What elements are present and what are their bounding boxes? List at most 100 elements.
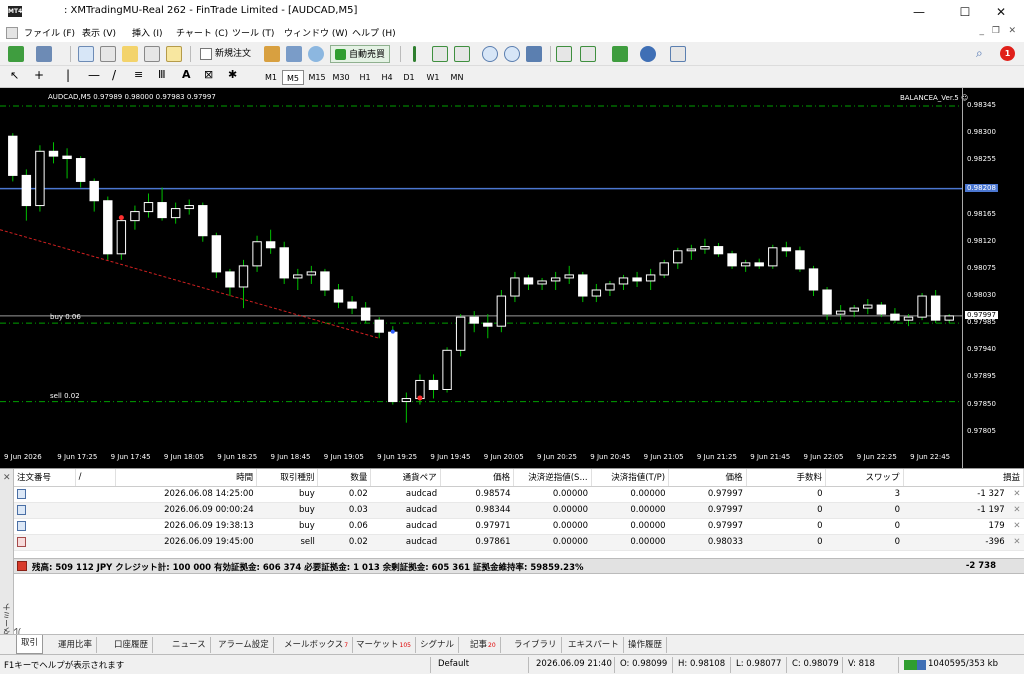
menu-view[interactable]: 表示 (V) <box>82 26 116 39</box>
bar-chart-icon[interactable] <box>413 46 416 62</box>
mt4-app-icon[interactable]: MT4 <box>8 6 22 17</box>
col-header-profit[interactable]: 損益 <box>903 469 1024 487</box>
tab-market[interactable]: マーケット105 <box>352 637 416 653</box>
mdi-restore-icon[interactable]: ❐ <box>992 26 1000 36</box>
tab-exposure[interactable]: 運用比率 <box>54 637 98 653</box>
tf-m15[interactable]: M15 <box>306 70 328 85</box>
line-chart-icon[interactable] <box>454 46 470 62</box>
col-header-type[interactable]: 取引種別 <box>256 469 319 487</box>
fibonacci-icon[interactable]: Ⅲ <box>158 68 166 81</box>
auto-trading-button[interactable]: 自動売買 <box>330 45 391 63</box>
tab-signals[interactable]: シグナル <box>416 637 460 653</box>
candlestick-plot[interactable] <box>0 88 962 468</box>
tf-m1[interactable]: M1 <box>260 70 282 85</box>
horizontal-line-icon[interactable]: — <box>88 68 100 82</box>
menu-file[interactable]: ファイル (F) <box>24 26 75 39</box>
tab-experts[interactable]: エキスパート <box>564 637 624 653</box>
tab-journal[interactable]: 操作履歴 <box>624 637 668 653</box>
trendline-icon[interactable]: / <box>112 68 116 82</box>
table-row[interactable]: 2026.06.09 19:45:00 sell 0.02 audcad 0.9… <box>14 534 1024 551</box>
new-order-button[interactable]: 新規注文 <box>196 45 255 63</box>
tab-account-history[interactable]: 口座履歴 <box>110 637 154 653</box>
text-tool-icon[interactable]: A <box>182 68 191 81</box>
tile-windows-icon[interactable] <box>526 46 542 62</box>
tf-w1[interactable]: W1 <box>422 70 444 85</box>
menu-help[interactable]: ヘルプ (H) <box>352 26 396 39</box>
autoscroll-icon[interactable] <box>556 46 572 62</box>
menu-tools[interactable]: ツール (T) <box>232 26 274 39</box>
menu-window[interactable]: ウィンドウ (W) <box>284 26 348 39</box>
navigator-icon[interactable] <box>122 46 138 62</box>
indicators-icon[interactable] <box>612 46 628 62</box>
crosshair-icon[interactable]: + <box>34 68 44 82</box>
terminal-tabs: 取引 運用比率 口座履歴 ニュース アラーム設定 メールボックス7 マーケット1… <box>0 634 1024 654</box>
close-order-icon[interactable]: ✕ <box>1013 521 1020 531</box>
col-header-current-price[interactable]: 価格 <box>668 469 747 487</box>
col-header-price[interactable]: 価格 <box>440 469 515 487</box>
price-chart[interactable]: AUDCAD,M5 0.97989 0.98000 0.97983 0.9799… <box>0 88 1024 468</box>
tf-h1[interactable]: H1 <box>354 70 376 85</box>
col-header-swap[interactable]: スワップ <box>825 469 904 487</box>
col-header-commission[interactable]: 手数料 <box>746 469 827 487</box>
text-label-icon[interactable]: ⊠ <box>204 68 213 81</box>
periods-icon[interactable] <box>640 46 656 62</box>
search-icon[interactable]: ⌕ <box>976 46 983 61</box>
strategy-tester-icon[interactable] <box>166 46 182 62</box>
tab-news[interactable]: ニュース <box>168 637 211 653</box>
arrows-icon[interactable]: ✱ <box>228 68 237 81</box>
tf-mn[interactable]: MN <box>446 70 468 85</box>
col-header-time[interactable]: 時間 <box>115 469 258 487</box>
zoom-out-icon[interactable] <box>504 46 520 62</box>
tab-library[interactable]: ライブラリ <box>510 637 562 653</box>
terminal-icon[interactable] <box>144 46 160 62</box>
templates-icon[interactable] <box>670 46 686 62</box>
zoom-in-icon[interactable] <box>482 46 498 62</box>
table-row[interactable]: 2026.06.09 00:00:24 buy 0.03 audcad 0.98… <box>14 502 1024 519</box>
tab-mailbox[interactable]: メールボックス7 <box>280 637 354 653</box>
market-icon[interactable] <box>308 46 324 62</box>
profiles-icon[interactable] <box>36 46 52 62</box>
table-row[interactable]: 2026.06.09 19:38:13 buy 0.06 audcad 0.97… <box>14 518 1024 535</box>
vertical-line-icon[interactable]: | <box>66 68 70 82</box>
col-header-volume[interactable]: 数量 <box>317 469 372 487</box>
chart-shift-icon[interactable] <box>580 46 596 62</box>
tab-alerts[interactable]: アラーム設定 <box>214 637 274 653</box>
new-chart-icon[interactable] <box>8 46 24 62</box>
mdi-close-icon[interactable]: ✕ <box>1008 26 1016 36</box>
price-axis[interactable]: 0.98345 0.98300 0.98255 0.98208 0.98165 0.981… <box>962 88 1024 468</box>
col-header-sort[interactable]: / <box>75 469 117 487</box>
tf-h4[interactable]: H4 <box>376 70 398 85</box>
close-button[interactable]: ✕ <box>978 0 1024 24</box>
close-order-icon[interactable]: ✕ <box>1013 489 1020 499</box>
menu-chart[interactable]: チャート (C) <box>176 26 228 39</box>
table-row[interactable]: 2026.06.08 14:25:00 buy 0.02 audcad 0.98… <box>14 486 1024 503</box>
col-header-tp[interactable]: 決済指値(T/P) <box>591 469 670 487</box>
tf-m5[interactable]: M5 <box>282 70 304 85</box>
data-window-icon[interactable] <box>100 46 116 62</box>
metaeditor-icon[interactable] <box>264 46 280 62</box>
mdi-chart-icon[interactable] <box>6 27 18 39</box>
col-header-order[interactable]: 注文番号 <box>14 469 76 487</box>
terminal-close-icon[interactable]: ✕ <box>3 473 11 483</box>
mailbox-badge: 7 <box>344 642 349 649</box>
tf-d1[interactable]: D1 <box>398 70 420 85</box>
candlestick-icon[interactable] <box>432 46 448 62</box>
tab-trade[interactable]: 取引 <box>16 635 44 654</box>
signals-icon[interactable] <box>286 46 302 62</box>
tab-articles[interactable]: 記事20 <box>466 637 501 653</box>
connection-status-icon[interactable] <box>904 660 926 670</box>
cursor-icon[interactable]: ↖ <box>10 69 19 82</box>
mdi-minimize-icon[interactable]: _ <box>980 26 985 36</box>
equidistant-channel-icon[interactable]: ≡ <box>134 68 143 81</box>
market-watch-icon[interactable] <box>78 46 94 62</box>
notification-badge[interactable]: 1 <box>1000 46 1015 61</box>
minimize-button[interactable]: — <box>896 0 942 24</box>
tf-m30[interactable]: M30 <box>330 70 352 85</box>
col-header-sl[interactable]: 決済逆指値(S... <box>513 469 592 487</box>
close-order-icon[interactable]: ✕ <box>1013 505 1020 515</box>
account-summary-row[interactable]: 残高: 509 112 JPY クレジット計: 100 000 有効証拠金: 6… <box>14 558 1024 574</box>
status-profile[interactable]: Default <box>438 659 469 669</box>
close-order-icon[interactable]: ✕ <box>1013 537 1020 547</box>
col-header-symbol[interactable]: 通貨ペア <box>370 469 441 487</box>
menu-insert[interactable]: 挿入 (I) <box>132 26 163 39</box>
